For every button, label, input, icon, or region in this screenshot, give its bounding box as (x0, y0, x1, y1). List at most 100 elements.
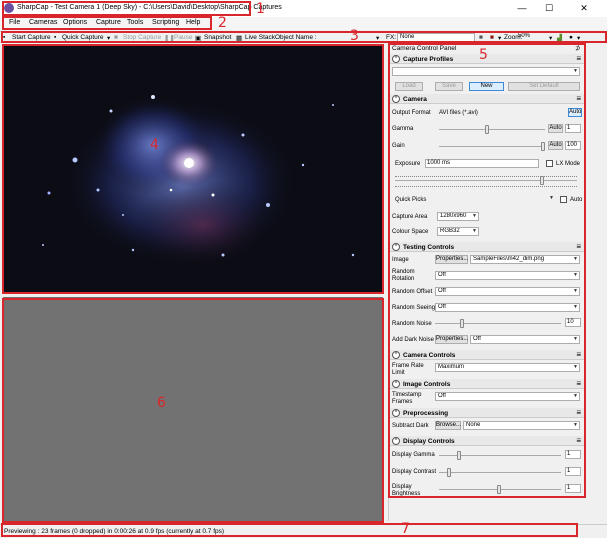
random-noise-label: Random Noise (392, 321, 432, 327)
menu-file[interactable]: File (9, 19, 20, 26)
collapse-icon[interactable]: ^ (392, 243, 400, 251)
display-gamma-value[interactable]: 1 (565, 450, 581, 459)
camera-header[interactable]: ^ Camera ≡ (389, 94, 584, 104)
dark-noise-properties-button[interactable]: Properties... (435, 335, 468, 344)
random-offset-select[interactable]: Off ▼ (435, 287, 580, 296)
menu-tools[interactable]: Tools (127, 19, 143, 26)
gamma-slider-thumb[interactable] (485, 125, 489, 134)
stop-capture-button[interactable]: Stop Capture (123, 34, 161, 41)
menu-cameras[interactable]: Cameras (29, 19, 57, 26)
exposure-input[interactable]: 1000 ms (425, 159, 539, 168)
zoom-dropdown-icon[interactable]: ▾ (549, 34, 552, 42)
menu-scripting[interactable]: Scripting (152, 19, 179, 26)
collapse-icon[interactable]: ^ (392, 95, 400, 103)
random-seeing-select[interactable]: Off ▼ (435, 303, 580, 312)
settings-icon[interactable]: ● (569, 34, 573, 41)
color-picker-dropdown-icon[interactable]: ▾ (498, 34, 501, 42)
gamma-value[interactable]: 1 (565, 124, 581, 133)
gain-value[interactable]: 100 (565, 141, 581, 150)
menu-icon[interactable]: ≡ (576, 54, 581, 63)
random-noise-slider-thumb[interactable] (460, 319, 464, 328)
collapse-icon[interactable]: ^ (392, 437, 400, 445)
gamma-auto-button[interactable]: Auto (548, 124, 563, 133)
maximize-button[interactable]: ☐ (539, 2, 559, 14)
quick-capture-button[interactable]: Quick Capture (62, 34, 104, 41)
menu-capture[interactable]: Capture (96, 19, 121, 26)
browse-button[interactable]: Browse... (435, 421, 461, 430)
image-properties-button[interactable]: Properties... (435, 255, 468, 264)
image-controls-header[interactable]: ^ Image Controls ≡ (389, 379, 584, 389)
timestamp-select[interactable]: Off ▼ (435, 392, 580, 401)
collapse-icon[interactable]: ^ (392, 55, 400, 63)
menu-icon[interactable]: ≡ (576, 94, 581, 103)
menu-icon[interactable]: ≡ (576, 408, 581, 417)
new-profile-button[interactable]: New (469, 82, 504, 91)
color-picker-icon[interactable]: ■ (490, 34, 494, 41)
object-name-dropdown-icon[interactable]: ▾ (376, 34, 379, 42)
capture-profile-select[interactable]: ▼ (392, 67, 580, 76)
collapse-icon[interactable]: ^ (392, 409, 400, 417)
image-preview[interactable] (3, 45, 383, 293)
exposure-slider[interactable] (395, 180, 577, 181)
save-button[interactable]: Save (435, 82, 463, 91)
color-swatch-icon[interactable]: ■ (479, 34, 483, 41)
frame-rate-select[interactable]: Maximum ▼ (435, 363, 580, 372)
output-format-auto-button[interactable]: Auto (568, 108, 582, 117)
colour-space-select[interactable]: RGB32 ▼ (437, 227, 479, 236)
gain-slider[interactable] (439, 146, 545, 147)
display-controls-header[interactable]: ^ Display Controls ≡ (389, 436, 584, 446)
capture-area-select[interactable]: 1280x960 ▼ (437, 212, 479, 221)
image-controls-title: Image Controls (403, 380, 451, 388)
camera-controls-header[interactable]: ^ Camera Controls ≡ (389, 350, 584, 360)
zoom-select[interactable]: 50% (516, 33, 552, 42)
object-name-input[interactable] (318, 33, 376, 42)
set-default-button[interactable]: Set Default (508, 82, 580, 91)
snapshot-button[interactable]: Snapshot (204, 34, 231, 41)
gain-slider-thumb[interactable] (541, 142, 545, 151)
display-brightness-value[interactable]: 1 (565, 484, 581, 493)
display-contrast-value[interactable]: 1 (565, 467, 581, 476)
random-rotation-select[interactable]: Off ▼ (435, 271, 580, 280)
display-brightness-slider-thumb[interactable] (497, 485, 501, 494)
random-noise-slider[interactable] (435, 323, 561, 324)
fx-select[interactable]: None (397, 33, 475, 42)
pin-icon[interactable]: ⊅ (575, 44, 580, 52)
output-format-value[interactable]: AVI files (*.avi) (439, 110, 478, 116)
menu-icon[interactable]: ≡ (576, 436, 581, 445)
image-select[interactable]: SampleFiles\m42_dim.png ▼ (470, 255, 580, 264)
display-contrast-slider[interactable] (439, 472, 561, 473)
subtract-dark-select[interactable]: None ▼ (463, 421, 580, 430)
menu-options[interactable]: Options (63, 19, 87, 26)
quick-picks-select[interactable]: ▼ (427, 195, 555, 204)
gamma-slider[interactable] (439, 129, 545, 130)
menu-icon[interactable]: ≡ (576, 350, 581, 359)
menu-icon[interactable]: ≡ (576, 242, 581, 251)
live-stack-button[interactable]: Live Stack (245, 34, 275, 41)
collapse-icon[interactable]: ^ (392, 351, 400, 359)
gain-label: Gain (392, 143, 405, 149)
minimize-button[interactable]: — (512, 2, 532, 14)
display-contrast-slider-thumb[interactable] (447, 468, 451, 477)
image-value: SampleFiles\m42_dim.png (473, 256, 545, 262)
pause-button[interactable]: Pause (174, 34, 192, 41)
exposure-slider-ticks (395, 176, 577, 178)
menu-icon[interactable]: ≡ (576, 379, 581, 388)
start-capture-button[interactable]: Start Capture (12, 34, 51, 41)
display-gamma-slider-thumb[interactable] (457, 451, 461, 460)
menu-help[interactable]: Help (186, 19, 200, 26)
load-button[interactable]: Load (395, 82, 423, 91)
gain-auto-button[interactable]: Auto (548, 141, 563, 150)
lx-mode-checkbox[interactable] (546, 160, 553, 167)
quick-capture-dropdown-icon[interactable]: ▾ (107, 34, 110, 42)
exposure-slider-thumb[interactable] (540, 176, 544, 185)
preprocessing-header[interactable]: ^ Preprocessing ≡ (389, 408, 584, 418)
collapse-icon[interactable]: ^ (392, 380, 400, 388)
testing-controls-header[interactable]: ^ Testing Controls ≡ (389, 242, 584, 252)
settings-dropdown-icon[interactable]: ▾ (577, 34, 580, 42)
histogram-icon[interactable]: ▟ (557, 34, 562, 42)
status-text: Previewing : 23 frames (0 dropped) in 0:… (4, 528, 225, 535)
dark-noise-select[interactable]: Off ▼ (470, 335, 580, 344)
random-noise-value[interactable]: 10 (565, 318, 581, 327)
quick-picks-auto-checkbox[interactable] (560, 196, 567, 203)
close-button[interactable]: ✕ (574, 2, 594, 14)
